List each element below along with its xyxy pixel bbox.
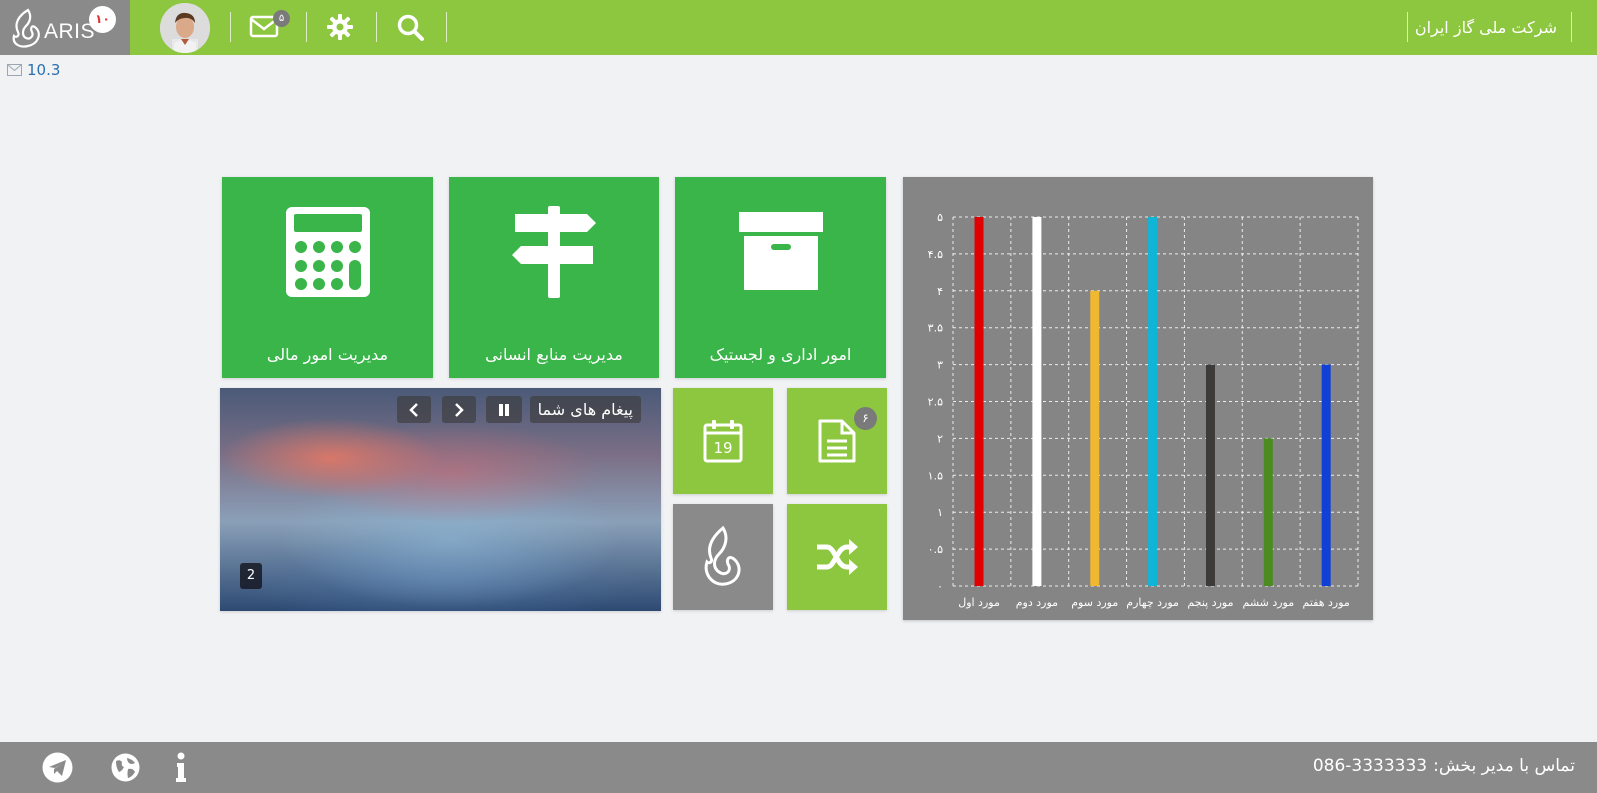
contact-label: تماس با مدیر بخش: [1433,756,1575,776]
company-name: شرکت ملی گاز ایران [1414,18,1557,37]
x-tick-label: مورد پنجم [1187,596,1233,609]
y-tick-label: ۱.۵ [928,469,943,482]
x-tick-label: مورد سوم [1071,596,1118,609]
x-tick-label: مورد اول [958,596,1000,609]
y-tick-label: ۰.۵ [928,543,943,556]
divider [1407,12,1408,42]
pause-icon [499,403,509,416]
tile-hr-label: مدیریت منابع انسانی [485,345,623,364]
flame-logo-icon [12,8,40,48]
y-tick-label: ۲.۵ [928,396,943,409]
tile-documents[interactable]: ۶ [787,388,887,494]
y-tick-label: ۵ [937,211,943,224]
info-icon[interactable] [175,752,187,783]
bar-chart: ۰ ۰.۵ ۱ ۱.۵ ۲ ۲.۵ ۳ ۳.۵ ۴ ۴.۵ ۵ مورد اول مورد دوم مور… [928,211,1359,609]
flame-logo-icon [704,526,741,586]
chart-bar [974,217,984,586]
notification-badge: ۱۰ [89,6,116,33]
tile-finance[interactable]: مدیریت امور مالی [222,177,433,378]
chart-bar [1263,438,1273,586]
divider [446,12,447,42]
top-bar: ARIS ۱۰ ۵ شرکت ملی گاز ایران [0,0,1597,55]
divider [306,12,307,42]
logo[interactable]: ARIS ۱۰ [0,0,130,55]
y-tick-label: ۰ [937,580,943,593]
chart-bar [1321,364,1331,586]
message-slider[interactable]: پیغام های شما 2 [220,388,661,611]
y-tick-label: ۳ [937,359,943,372]
bar-chart-panel: ۰ ۰.۵ ۱ ۱.۵ ۲ ۲.۵ ۳ ۳.۵ ۴ ۴.۵ ۵ مورد اول مورد دوم مور… [903,177,1373,620]
search-icon[interactable] [396,13,426,43]
version-number: 10.3 [27,61,61,79]
pause-button[interactable] [486,396,522,423]
x-tick-label: مورد هفتم [1303,596,1350,609]
slide-number: 2 [240,563,262,589]
footer: تماس با مدیر بخش: 086-3333333 [0,742,1597,793]
chevron-left-icon [409,402,418,417]
gear-icon[interactable] [326,13,354,41]
chart-bar [1205,364,1215,586]
tile-calendar[interactable]: 19 [673,388,773,494]
y-tick-label: ۴.۵ [928,248,943,261]
tile-admin[interactable]: امور اداری و لجستیک [675,177,886,378]
envelope-icon [7,64,22,76]
logo-text: ARIS [44,20,96,43]
avatar-image [160,3,210,53]
divider [1571,12,1572,42]
y-tick-label: ۱ [937,506,943,519]
globe-icon[interactable] [110,752,141,783]
version-info: 10.3 [7,61,60,79]
prev-button[interactable] [397,396,431,423]
y-tick-label: ۳.۵ [928,322,943,335]
chart-bar [1032,217,1042,586]
next-button[interactable] [442,396,476,423]
tile-hr[interactable]: مدیریت منابع انسانی [449,177,659,378]
tile-finance-label: مدیریت امور مالی [266,345,389,364]
chart-bar [1090,290,1100,586]
slider-title: پیغام های شما [529,396,641,423]
tile-admin-label: امور اداری و لجستیک [709,345,852,364]
user-avatar[interactable] [160,3,210,53]
mail-badge: ۵ [273,10,290,27]
calculator-icon [285,207,370,297]
chart-bar [1148,217,1158,586]
telegram-icon[interactable] [42,752,73,783]
divider [376,12,377,42]
x-tick-label: مورد ششم [1243,596,1295,609]
footer-contact: تماس با مدیر بخش: 086-3333333 [1313,756,1575,776]
chevron-right-icon [455,402,464,417]
x-tick-label: مورد دوم [1016,596,1058,609]
signpost-icon [512,206,596,298]
calendar-day: 19 [713,439,733,457]
contact-phone[interactable]: 086-3333333 [1313,756,1427,776]
x-tick-label: مورد چهارم [1126,596,1179,609]
y-tick-label: ۲ [937,432,943,445]
tile-shuffle[interactable] [787,504,887,610]
document-icon [818,419,856,463]
shuffle-icon [817,539,858,575]
y-tick-label: ۴ [937,285,943,298]
tile-aris[interactable] [673,504,773,610]
divider [230,12,231,42]
documents-badge: ۶ [854,407,877,430]
archive-box-icon [738,212,823,290]
